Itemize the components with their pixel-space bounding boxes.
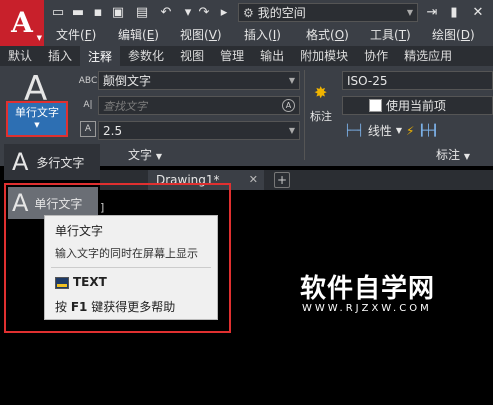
tab-default[interactable]: 默认 [0, 46, 40, 66]
tooltip-command: TEXT [73, 275, 107, 289]
save-as-icon[interactable]: ▣ [110, 4, 126, 20]
chevron-down-icon: ▼ [155, 152, 162, 161]
dimension-tool-button[interactable]: 标注 [310, 108, 332, 124]
workspace-selector[interactable]: ⚙ 我的空间 ▼ [238, 3, 418, 22]
tooltip-title: 单行文字 [55, 224, 104, 238]
chevron-down-icon: ▼ [288, 76, 295, 85]
dimension-style-select[interactable]: ISO-25 [342, 71, 493, 90]
new-file-icon[interactable]: ▭ [50, 4, 66, 20]
watermark-title: 软件自学网 [300, 274, 436, 304]
chevron-down-icon: ▼ [406, 8, 413, 17]
use-current-layer-select[interactable]: 使用当前项 [342, 96, 493, 115]
save-icon[interactable]: ▪ [90, 4, 106, 20]
tab-insert[interactable]: 插入 [40, 46, 80, 66]
print-icon[interactable]: ▤ [134, 4, 150, 20]
close-icon[interactable]: ✕ [249, 170, 258, 190]
close-icon[interactable]: ✕ [470, 4, 486, 20]
tab-addins[interactable]: 附加模块 [292, 46, 356, 66]
divider [51, 267, 211, 268]
tooltip-description: 输入文字的同时在屏幕上显示 [55, 247, 198, 260]
tooltip-help: 按 F1 键获得更多帮助 [55, 300, 176, 314]
tab-view[interactable]: 视图 [172, 46, 212, 66]
tab-featured-apps[interactable]: 精选应用 [396, 46, 460, 66]
find-icon[interactable]: A [282, 99, 295, 112]
application-menu-button[interactable]: A ▼ [0, 0, 44, 46]
tooltip: 单行文字 输入文字的同时在屏幕上显示 TEXT 按 F1 键获得更多帮助 [44, 215, 218, 320]
linear-dimension-row: ├─┤ 线性 ▼ ⚡ ┠┼┨ [344, 122, 438, 139]
quick-dimension-icon[interactable]: ⚡ [406, 124, 414, 138]
linear-label[interactable]: 线性 [368, 122, 392, 139]
undo-dropdown-icon[interactable]: ▾ [180, 4, 196, 20]
menu-insert[interactable]: 插入(I) [244, 26, 281, 43]
dimension-icon[interactable]: ✸ [314, 83, 327, 102]
undo-icon[interactable]: ↶ [158, 4, 174, 20]
ribbon-tab-bar: 默认 插入 注释 参数化 视图 管理 输出 附加模块 协作 精选应用 [0, 46, 493, 66]
text-panel-title[interactable]: 文字 ▼ [128, 146, 162, 163]
chevron-down-icon[interactable]: ▼ [396, 126, 402, 135]
tab-collaborate[interactable]: 协作 [356, 46, 396, 66]
highlight-box [6, 101, 68, 137]
tab-parametric[interactable]: 参数化 [120, 46, 172, 66]
text-style-icon[interactable]: A| [80, 97, 96, 113]
menu-tools[interactable]: 工具(T) [370, 26, 411, 43]
menu-edit[interactable]: 编辑(E) [118, 26, 159, 43]
menu-file[interactable]: 文件(F) [56, 26, 96, 43]
watermark-url: WWW.RJZXW.COM [302, 303, 432, 314]
tab-output[interactable]: 输出 [252, 46, 292, 66]
app-logo-letter: A [11, 6, 33, 39]
spell-check-icon[interactable]: ABC [79, 73, 97, 89]
text-height-icon[interactable]: A [80, 121, 96, 137]
tab-manage[interactable]: 管理 [212, 46, 252, 66]
new-tab-button[interactable]: + [274, 172, 290, 188]
text-style-select[interactable]: 颠倒文字 ▼ [98, 71, 300, 90]
menu-format[interactable]: 格式(O) [306, 26, 349, 43]
menu-view[interactable]: 视图(V) [180, 26, 222, 43]
continue-dimension-icon[interactable]: ┠┼┨ [418, 124, 438, 137]
find-text-input[interactable]: 查找文字 A [98, 96, 300, 115]
text-height-select[interactable]: 2.5 ▼ [98, 121, 300, 140]
account-icon[interactable]: ▮ [446, 4, 462, 20]
signin-icon[interactable]: ⇥ [424, 4, 440, 20]
gear-icon: ⚙ [243, 5, 254, 20]
workspace-label: 我的空间 [257, 6, 306, 20]
menu-draw[interactable]: 绘图(D) [432, 26, 475, 43]
annotation-panel-title[interactable]: 标注 ▼ [436, 146, 470, 163]
chevron-down-icon: ▼ [36, 34, 42, 42]
open-folder-icon[interactable]: ▬ [70, 4, 86, 20]
chevron-down-icon: ▼ [288, 126, 295, 135]
command-icon [55, 277, 69, 289]
chevron-down-icon: ▼ [463, 152, 470, 161]
panel-divider [304, 70, 305, 160]
tab-annotate[interactable]: 注释 [80, 46, 121, 66]
share-icon[interactable]: ▸ [216, 4, 232, 20]
multiline-text-icon: A [12, 148, 29, 176]
redo-icon[interactable]: ↷ [196, 4, 212, 20]
multi-line-text-item[interactable]: A 多行文字 [4, 144, 100, 180]
color-swatch [369, 99, 382, 112]
linear-dimension-icon[interactable]: ├─┤ [344, 124, 364, 137]
